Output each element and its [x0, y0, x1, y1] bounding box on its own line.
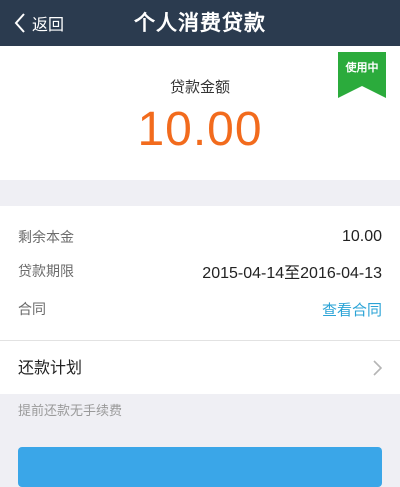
amount-label: 贷款金额 [169, 78, 230, 96]
loan-details: 剩余本金 10.00 贷款期限 2015-04-14至2016-04-13 合同… [0, 206, 400, 340]
loan-term-value: 2015-04-14至2016-04-13 [202, 265, 382, 282]
amount-value: 10.00 [137, 103, 263, 156]
loan-term-row: 贷款期限 2015-04-14至2016-04-13 [18, 256, 382, 286]
remaining-principal-value: 10.00 [341, 228, 382, 245]
view-contract-link[interactable]: 查看合同 [322, 299, 382, 320]
chevron-right-icon [373, 360, 382, 376]
prepayment-note: 提前还款无手续费 [18, 404, 123, 419]
loan-amount-card: 使用中 贷款金额 10.00 [0, 46, 400, 180]
remaining-principal-label: 剩余本金 [18, 230, 74, 246]
status-badge-label: 使用中 [345, 61, 379, 74]
remaining-principal-row: 剩余本金 10.00 [18, 222, 382, 252]
loan-term-label: 贷款期限 [18, 264, 74, 280]
prepay-button[interactable] [18, 447, 382, 487]
nav-bar: 返回 个人消费贷款 [0, 0, 400, 46]
repayment-plan-item[interactable]: 还款计划 [0, 340, 400, 394]
contract-row: 合同 查看合同 [18, 294, 382, 324]
page-title: 个人消费贷款 [134, 11, 266, 35]
contract-label: 合同 [18, 302, 46, 318]
repayment-plan-label: 还款计划 [18, 358, 83, 377]
